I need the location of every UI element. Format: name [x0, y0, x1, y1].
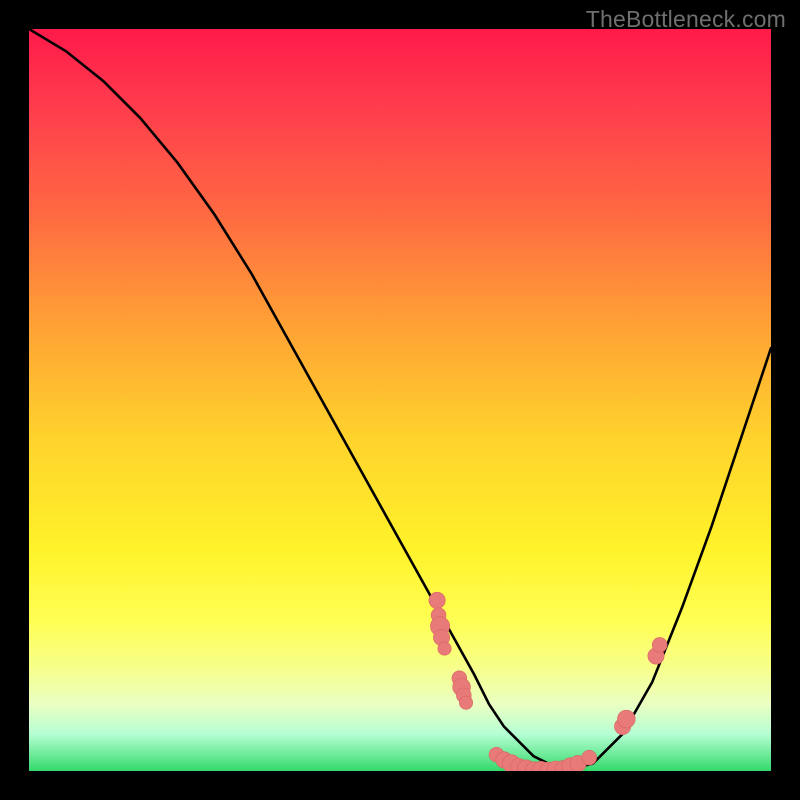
chart-plot-area [29, 29, 771, 771]
watermark-text: TheBottleneck.com [586, 6, 786, 33]
chart-svg [29, 29, 771, 771]
chart-marker [438, 642, 451, 655]
chart-marker [582, 750, 597, 765]
chart-marker [459, 696, 472, 709]
chart-marker [429, 592, 445, 608]
chart-markers [429, 592, 667, 771]
chart-marker [617, 710, 635, 728]
chart-marker [652, 637, 667, 652]
